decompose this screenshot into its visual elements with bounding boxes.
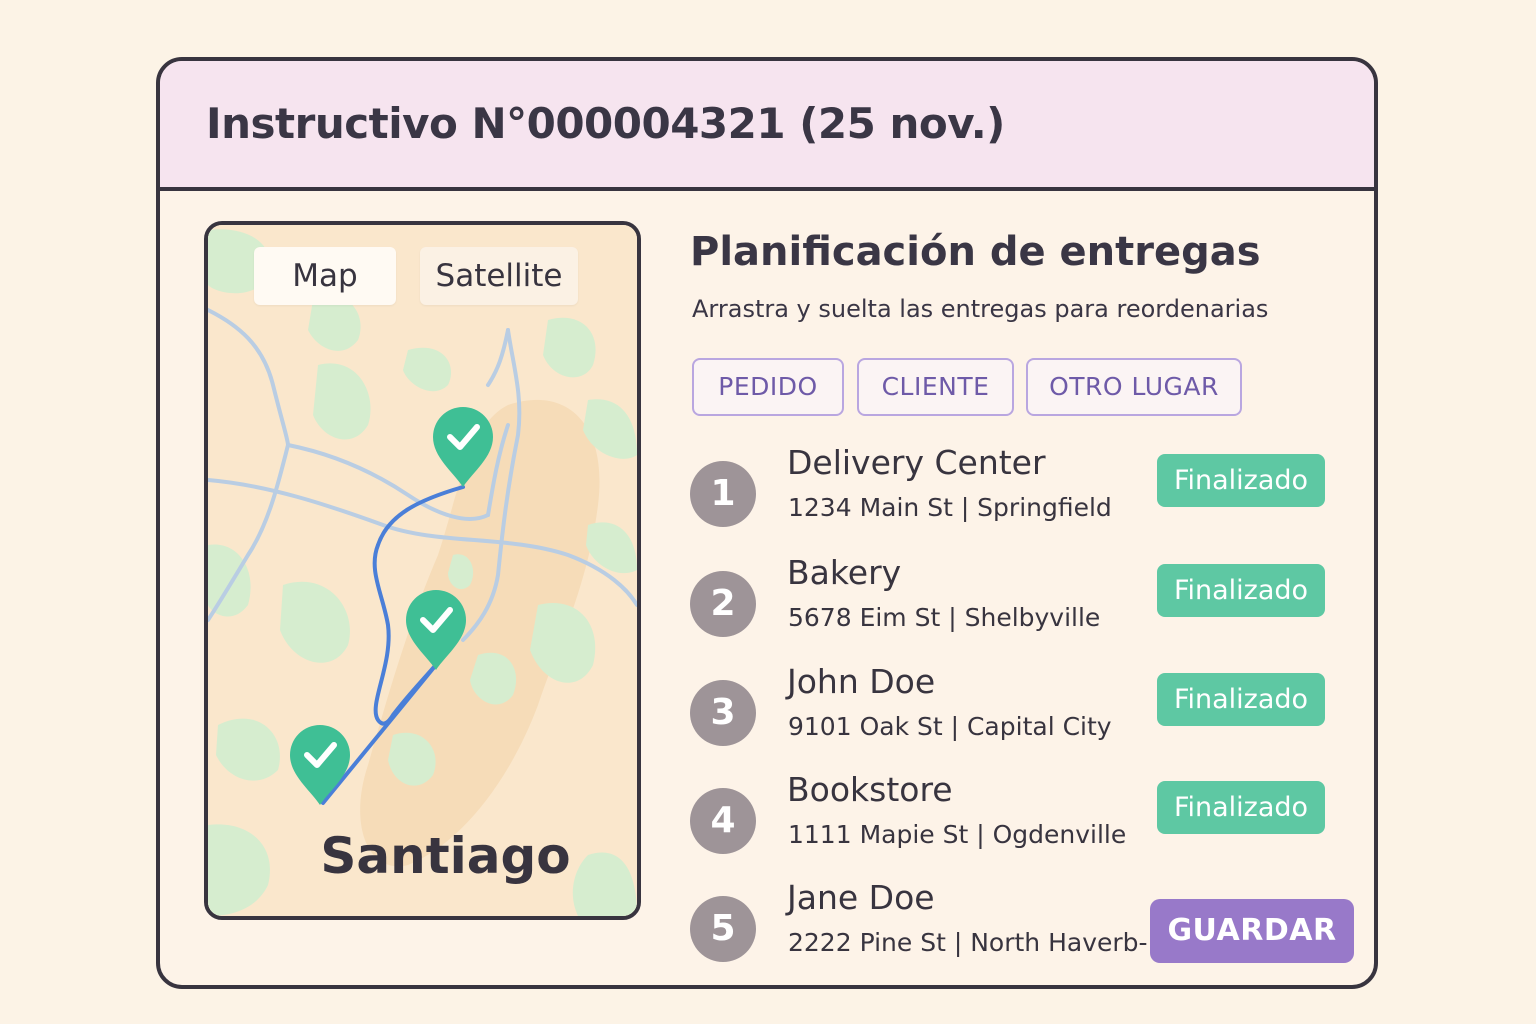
delivery-name: Bakery [787,553,902,592]
filter-pedido-button[interactable]: PEDIDO [692,358,844,416]
delivery-number: 1 [690,461,756,527]
status-badge: Finalizado [1157,454,1325,507]
delivery-item[interactable]: 2 Bakery 5678 Eim St | Shelbyville Final… [160,553,1374,671]
delivery-item[interactable]: 3 John Doe 9101 Oak St | Capital City Fi… [160,662,1374,780]
delivery-name: Bookstore [787,770,953,809]
save-button[interactable]: GUARDAR [1150,899,1354,963]
section-heading: Planificación de entregas [690,229,1261,275]
delivery-window: Instructivo N°000004321 (25 nov.) Map Sa… [156,57,1378,989]
page-title: Instructivo N°000004321 (25 nov.) [206,99,1005,148]
delivery-address: 1111 Mapie St | Ogdenville [788,820,1127,849]
title-bar: Instructivo N°000004321 (25 nov.) [160,61,1374,191]
delivery-address: 9101 Oak St | Capital City [788,712,1112,741]
status-badge: Finalizado [1157,781,1325,834]
status-badge: Finalizado [1157,564,1325,617]
delivery-number: 4 [690,788,756,854]
filter-otro-lugar-button[interactable]: OTRO LUGAR [1026,358,1242,416]
delivery-number: 2 [690,571,756,637]
delivery-address: 1234 Main St | Springfield [788,493,1112,522]
delivery-item[interactable]: 1 Delivery Center 1234 Main St | Springf… [160,443,1374,561]
delivery-number: 3 [690,680,756,746]
delivery-number: 5 [690,896,756,962]
delivery-name: Jane Doe [787,878,935,917]
delivery-name: Delivery Center [787,443,1046,482]
delivery-address: 5678 Eim St | Shelbyville [788,603,1101,632]
delivery-name: John Doe [787,662,936,701]
filter-cliente-button[interactable]: CLIENTE [857,358,1014,416]
delivery-address: 2222 Pine St | North Haverb- [788,928,1148,957]
map-tab-satellite[interactable]: Satellite [420,247,578,305]
section-subheading: Arrastra y suelta las entregas para reor… [692,295,1269,323]
delivery-item[interactable]: 4 Bookstore 1111 Mapie St | Ogdenville F… [160,770,1374,888]
map-tab-map[interactable]: Map [254,247,396,305]
status-badge: Finalizado [1157,673,1325,726]
